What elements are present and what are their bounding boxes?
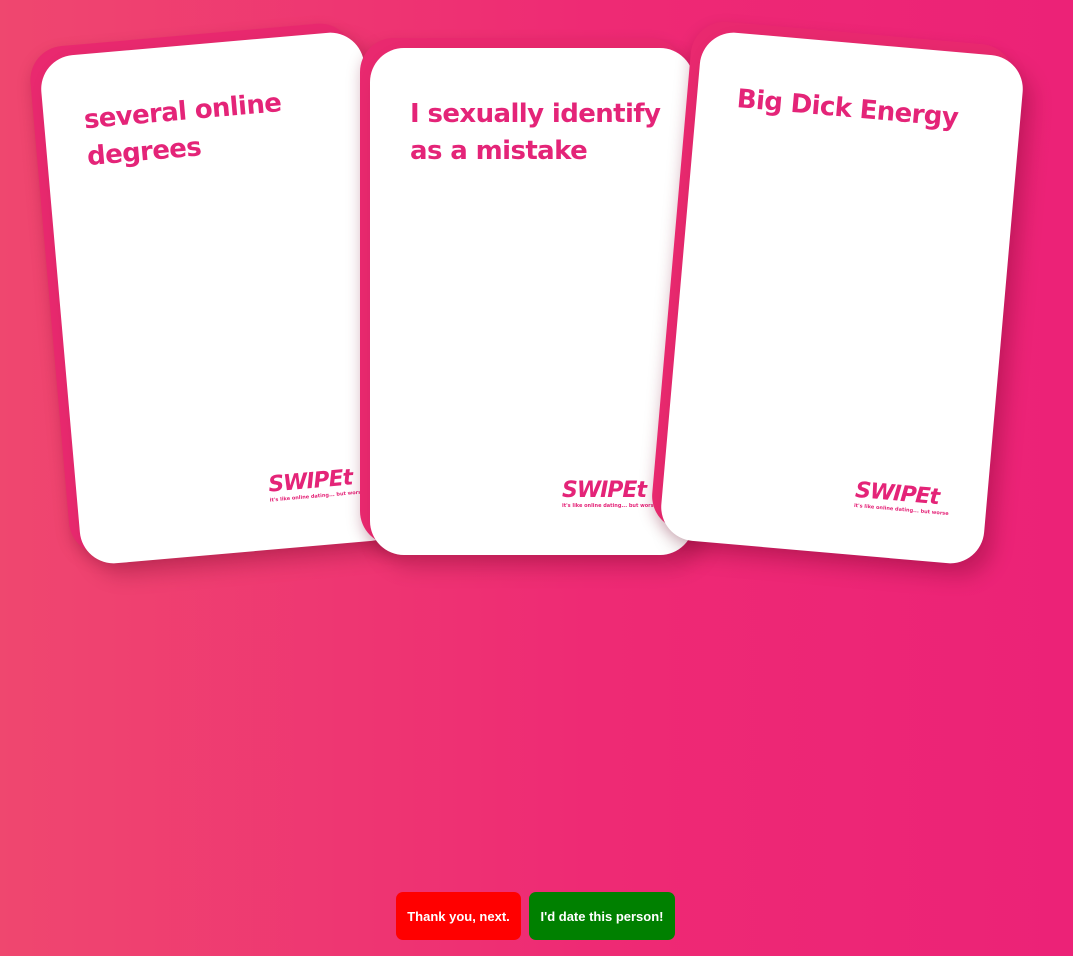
card-stack: several online degrees SWIPEt it's like … [0,0,1073,620]
swipet-logo: SWIPEt it's like online dating... but wo… [853,478,952,521]
logo-tagline: it's like online dating... but worse [562,503,658,509]
accept-button[interactable]: I'd date this person! [529,892,675,940]
swipet-logo: SWIPEt it's like online dating... but wo… [267,465,366,507]
profile-card-right[interactable]: Big Dick Energy SWIPEt it's like online … [649,19,1026,567]
action-bar: Thank you, next. I'd date this person! [396,892,675,940]
card-text: several online degrees [82,88,283,173]
swipet-logo: SWIPEt it's like online dating... but wo… [562,479,658,513]
card-face-center: I sexually identify as a mistake SWIPEt … [370,48,694,555]
logo-wordmark: SWIPEt [562,478,647,503]
card-text: I sexually identify as a mistake [410,99,661,166]
profile-card-left[interactable]: several online degrees SWIPEt it's like … [27,20,406,567]
reject-button[interactable]: Thank you, next. [396,892,521,940]
card-text: Big Dick Energy [735,84,960,134]
profile-card-center[interactable]: I sexually identify as a mistake SWIPEt … [360,38,694,555]
card-face-right: Big Dick Energy SWIPEt it's like online … [658,29,1026,567]
card-face-left: several online degrees SWIPEt it's like … [38,29,406,567]
